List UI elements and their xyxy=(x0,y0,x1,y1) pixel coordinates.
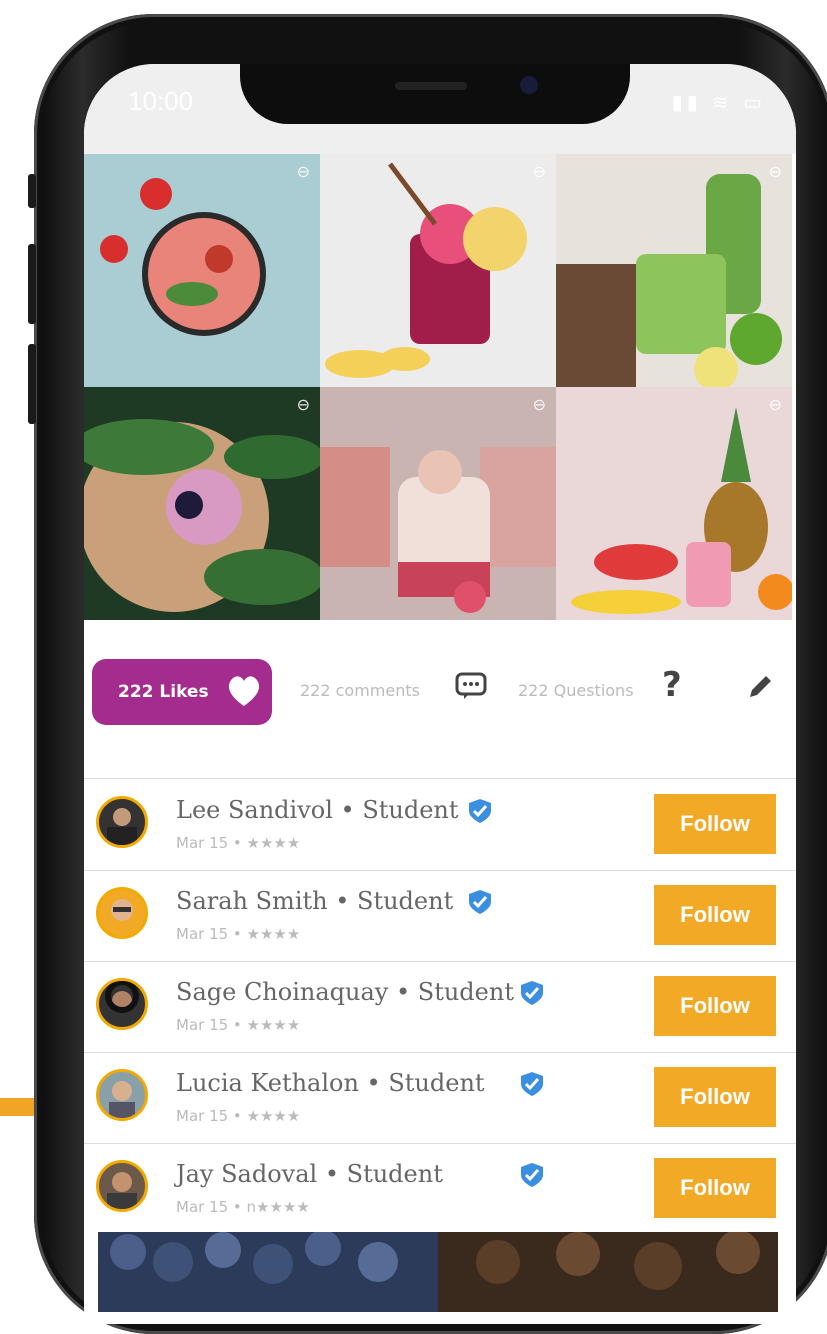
photo-tile-smoothie-bowl[interactable]: ⊖ xyxy=(84,154,320,387)
link-icon: ⊖ xyxy=(532,395,546,414)
user-row: Lucia Kethalon • Student Mar 15 • ★★★★ F… xyxy=(84,1053,796,1143)
bottom-photo-strip xyxy=(98,1230,778,1312)
user-name[interactable]: Sarah Smith • Student xyxy=(176,887,453,915)
user-row: Lee Sandivol • Student Mar 15 • ★★★★ Fol… xyxy=(84,780,796,870)
photo-tile-pineapple-smoothie[interactable]: ⊖ xyxy=(556,387,792,620)
pineapple-smoothie-image xyxy=(571,407,792,614)
verified-shield-icon xyxy=(469,890,491,914)
avatar[interactable] xyxy=(96,1069,148,1121)
front-camera xyxy=(520,76,538,94)
avatar-image xyxy=(107,808,137,845)
notch xyxy=(240,64,630,124)
likes-label: 222 Likes xyxy=(118,682,209,702)
photo-tile-raspberry-parfait[interactable]: ⊖ xyxy=(320,387,556,620)
signal-wifi-battery-icon: ▮▮ ≋ ▭ xyxy=(671,90,766,114)
user-name[interactable]: Sage Choinaquay • Student xyxy=(176,978,514,1006)
user-meta: Mar 15 • n★★★★ xyxy=(176,1198,310,1216)
status-bar: 10:00 ▮▮ ≋ ▭ xyxy=(84,64,796,154)
link-icon: ⊖ xyxy=(296,162,310,181)
user-meta: Mar 15 • ★★★★ xyxy=(176,1107,301,1125)
photo-tile-green-smoothie[interactable]: ⊖ xyxy=(556,154,792,387)
avatar[interactable] xyxy=(96,978,148,1030)
link-icon: ⊖ xyxy=(296,395,310,414)
follow-button[interactable]: Follow xyxy=(654,1158,776,1218)
phone-screen: 10:00 ▮▮ ≋ ▭ ⊖ ⊖ ⊖ ⊖ ⊖ ⊖ 222 Likes 222 c… xyxy=(84,64,796,1324)
avatar-image xyxy=(111,899,133,921)
user-meta: Mar 15 • ★★★★ xyxy=(176,834,301,852)
volume-up-button xyxy=(28,244,36,324)
avatar-image xyxy=(105,981,139,1013)
heart-icon xyxy=(228,676,260,706)
user-meta: Mar 15 • ★★★★ xyxy=(176,925,301,943)
follow-button[interactable]: Follow xyxy=(654,794,776,854)
follow-button[interactable]: Follow xyxy=(654,1067,776,1127)
green-smoothie-image xyxy=(556,174,782,387)
photo-tile-berry-drink[interactable]: ⊖ xyxy=(320,154,556,387)
speaker xyxy=(395,82,467,90)
acai-bowl-image xyxy=(84,419,320,612)
questions-count[interactable]: 222 Questions xyxy=(518,681,634,700)
avatar[interactable] xyxy=(96,887,148,939)
pencil-icon[interactable] xyxy=(744,671,776,703)
comments-count[interactable]: 222 comments xyxy=(300,681,420,700)
photo-tile-acai-bowl[interactable]: ⊖ xyxy=(84,387,320,620)
list-divider xyxy=(84,778,796,779)
follow-button[interactable]: Follow xyxy=(654,976,776,1036)
avatar-image xyxy=(107,1172,137,1209)
verified-shield-icon xyxy=(469,799,491,823)
user-meta: Mar 15 • ★★★★ xyxy=(176,1016,301,1034)
stats-bar: 222 Likes 222 comments 222 Questions ? xyxy=(84,659,796,729)
user-name[interactable]: Jay Sadoval • Student xyxy=(176,1160,443,1188)
photo-grid: ⊖ ⊖ ⊖ ⊖ ⊖ ⊖ xyxy=(84,154,796,620)
user-row: Jay Sadoval • Student Mar 15 • n★★★★ Fol… xyxy=(84,1144,796,1234)
verified-shield-icon xyxy=(521,981,543,1005)
avatar[interactable] xyxy=(96,796,148,848)
user-row: Sarah Smith • Student Mar 15 • ★★★★ Foll… xyxy=(84,871,796,961)
link-icon: ⊖ xyxy=(768,162,782,181)
comment-icon[interactable] xyxy=(454,671,488,701)
blueberries-image xyxy=(98,1230,778,1312)
status-time: 10:00 xyxy=(128,86,194,116)
follow-button[interactable]: Follow xyxy=(654,885,776,945)
user-name[interactable]: Lee Sandivol • Student xyxy=(176,796,459,824)
link-icon: ⊖ xyxy=(768,395,782,414)
berry-drink-image xyxy=(325,162,527,378)
volume-down-button xyxy=(28,344,36,424)
user-name[interactable]: Lucia Kethalon • Student xyxy=(176,1069,485,1097)
verified-shield-icon xyxy=(521,1163,543,1187)
verified-shield-icon xyxy=(521,1072,543,1096)
user-row: Sage Choinaquay • Student Mar 15 • ★★★★ … xyxy=(84,962,796,1052)
question-icon[interactable]: ? xyxy=(662,665,682,705)
avatar-image xyxy=(109,1081,135,1118)
smoothie-bowl-image xyxy=(100,178,266,336)
link-icon: ⊖ xyxy=(532,162,546,181)
likes-button[interactable]: 222 Likes xyxy=(92,659,272,725)
mute-switch xyxy=(28,174,36,208)
avatar[interactable] xyxy=(96,1160,148,1212)
raspberry-parfait-image xyxy=(320,447,556,613)
